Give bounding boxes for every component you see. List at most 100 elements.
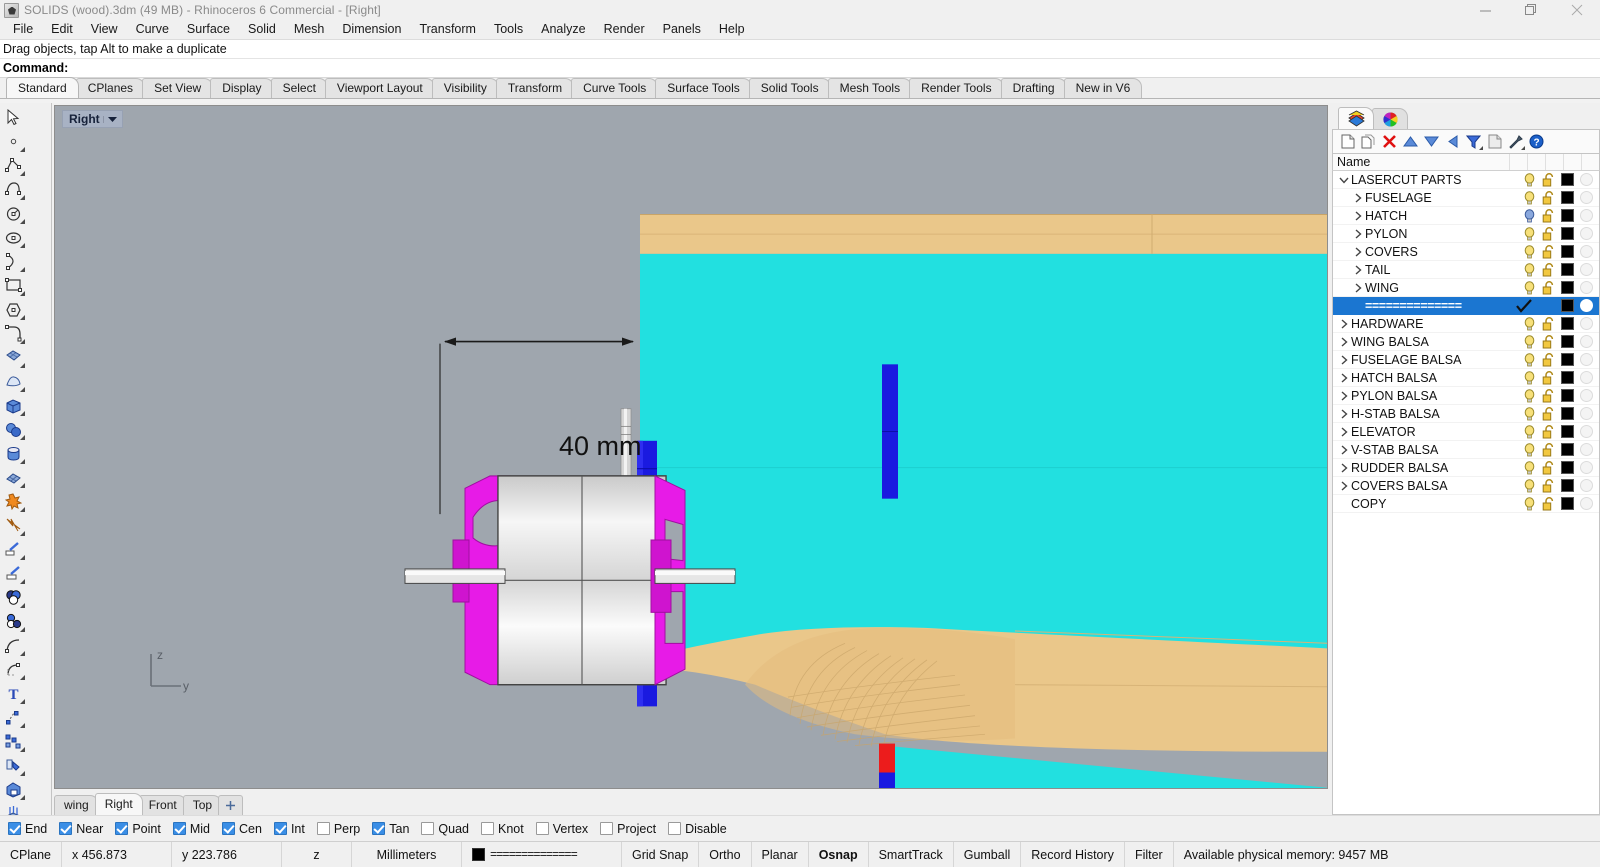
light-bulb-icon[interactable] (1523, 262, 1536, 277)
tab-transform[interactable]: Transform (495, 78, 575, 98)
layer-row[interactable]: ============== (1333, 297, 1599, 315)
control-points-icon[interactable] (0, 705, 26, 729)
light-bulb-icon[interactable] (1523, 406, 1536, 421)
viewport-tab-right[interactable]: Right (94, 793, 143, 815)
light-bulb-icon[interactable] (1523, 280, 1536, 295)
toggle-planar[interactable]: Planar (752, 842, 809, 867)
light-bulb-icon[interactable] (1523, 442, 1536, 457)
viewport-tab-wing[interactable]: wing (54, 795, 99, 815)
tab-cplanes[interactable]: CPlanes (75, 78, 146, 98)
layer-color-swatch[interactable] (1561, 443, 1574, 456)
layer-color-swatch[interactable] (1561, 191, 1574, 204)
point-icon[interactable] (0, 129, 26, 153)
osnap-vertex[interactable]: Vertex (535, 822, 588, 836)
polygon-icon[interactable] (0, 297, 26, 321)
checkbox[interactable] (316, 822, 330, 835)
tab-solid-tools[interactable]: Solid Tools (748, 78, 831, 98)
layer-material-swatch[interactable] (1580, 191, 1593, 204)
viewport-title[interactable]: Right (62, 110, 123, 128)
layer-material-swatch[interactable] (1580, 497, 1593, 510)
layer-color-swatch[interactable] (1561, 173, 1574, 186)
mesh-icon[interactable] (0, 465, 26, 489)
tab-display[interactable]: Display (210, 78, 274, 98)
chevron-right-icon[interactable] (1351, 192, 1365, 203)
restore-button[interactable] (1508, 0, 1554, 20)
filter-layer-icon[interactable] (1463, 132, 1484, 152)
unlock-padlock-icon[interactable] (1542, 370, 1555, 385)
tab-mesh-tools[interactable]: Mesh Tools (827, 78, 913, 98)
chevron-right-icon[interactable] (1351, 246, 1365, 257)
menu-mesh[interactable]: Mesh (285, 20, 334, 39)
chevron-right-icon[interactable] (1337, 408, 1351, 419)
light-bulb-icon[interactable] (1523, 208, 1536, 223)
checkbox[interactable] (115, 822, 129, 835)
osnap-int[interactable]: Int (273, 822, 305, 836)
fillet-edge-icon[interactable] (0, 657, 26, 681)
chevron-right-icon[interactable] (1337, 336, 1351, 347)
menu-tools[interactable]: Tools (485, 20, 532, 39)
layer-properties-icon[interactable] (1484, 132, 1505, 152)
layer-row[interactable]: COVERS BALSA (1333, 477, 1599, 495)
layer-row[interactable]: COVERS (1333, 243, 1599, 261)
arc-icon[interactable] (0, 249, 26, 273)
boolean-difference-icon[interactable] (0, 609, 26, 633)
layer-color-swatch[interactable] (1561, 497, 1574, 510)
chevron-right-icon[interactable] (1351, 210, 1365, 221)
light-bulb-icon[interactable] (1523, 352, 1536, 367)
unlock-padlock-icon[interactable] (1542, 496, 1555, 511)
tab-drafting[interactable]: Drafting (1000, 78, 1067, 98)
light-bulb-icon[interactable] (1523, 370, 1536, 385)
light-bulb-icon[interactable] (1523, 424, 1536, 439)
chevron-right-icon[interactable] (1351, 264, 1365, 275)
tab-render-tools[interactable]: Render Tools (909, 78, 1004, 98)
layer-color-swatch[interactable] (1561, 245, 1574, 258)
menu-dimension[interactable]: Dimension (333, 20, 410, 39)
osnap-disable[interactable]: Disable (668, 822, 727, 836)
layer-color-swatch[interactable] (1561, 335, 1574, 348)
viewport-tab-top[interactable]: Top (182, 795, 223, 815)
menu-surface[interactable]: Surface (178, 20, 239, 39)
ellipse-icon[interactable] (0, 225, 26, 249)
menu-analyze[interactable]: Analyze (532, 20, 594, 39)
trim-icon[interactable] (0, 537, 26, 561)
select-arrow-icon[interactable] (0, 105, 26, 129)
current-layer-indicator[interactable]: ============== (462, 842, 622, 867)
previous-layer-icon[interactable] (1442, 132, 1463, 152)
layer-material-swatch[interactable] (1580, 299, 1593, 312)
menu-edit[interactable]: Edit (42, 20, 82, 39)
units-label[interactable]: Millimeters (352, 842, 462, 867)
light-bulb-icon[interactable] (1523, 190, 1536, 205)
layer-color-swatch[interactable] (1561, 425, 1574, 438)
unlock-padlock-icon[interactable] (1542, 352, 1555, 367)
layer-color-swatch[interactable] (1561, 479, 1574, 492)
chevron-right-icon[interactable] (1337, 390, 1351, 401)
layer-color-swatch[interactable] (1561, 263, 1574, 276)
add-viewport-tab-button[interactable] (218, 795, 244, 815)
layer-material-swatch[interactable] (1580, 209, 1593, 222)
layer-material-swatch[interactable] (1580, 281, 1593, 294)
cap-solid-icon[interactable] (0, 777, 26, 801)
menu-solid[interactable]: Solid (239, 20, 285, 39)
tab-select[interactable]: Select (270, 78, 328, 98)
pointer-orange-icon[interactable] (0, 513, 26, 537)
text-icon[interactable]: T (0, 681, 26, 705)
light-bulb-icon[interactable] (1523, 316, 1536, 331)
layer-color-swatch[interactable] (1561, 281, 1574, 294)
toggle-gumball[interactable]: Gumball (954, 842, 1022, 867)
layer-color-swatch[interactable] (1561, 371, 1574, 384)
light-bulb-icon[interactable] (1523, 244, 1536, 259)
layer-row[interactable]: TAIL (1333, 261, 1599, 279)
cylinder-solid-icon[interactable] (0, 441, 26, 465)
unlock-padlock-icon[interactable] (1542, 442, 1555, 457)
unlock-padlock-icon[interactable] (1542, 388, 1555, 403)
checkbox[interactable] (481, 822, 494, 835)
right-viewport[interactable]: 40 mm Right z y (54, 105, 1328, 789)
layer-color-swatch[interactable] (1561, 317, 1574, 330)
unlock-padlock-icon[interactable] (1542, 280, 1555, 295)
tab-viewport-layout[interactable]: Viewport Layout (324, 78, 435, 98)
layer-material-swatch[interactable] (1580, 443, 1593, 456)
loft-surface-icon[interactable] (0, 369, 26, 393)
unlock-padlock-icon[interactable] (1542, 262, 1555, 277)
rectangle-icon[interactable] (0, 273, 26, 297)
unlock-padlock-icon[interactable] (1542, 208, 1555, 223)
